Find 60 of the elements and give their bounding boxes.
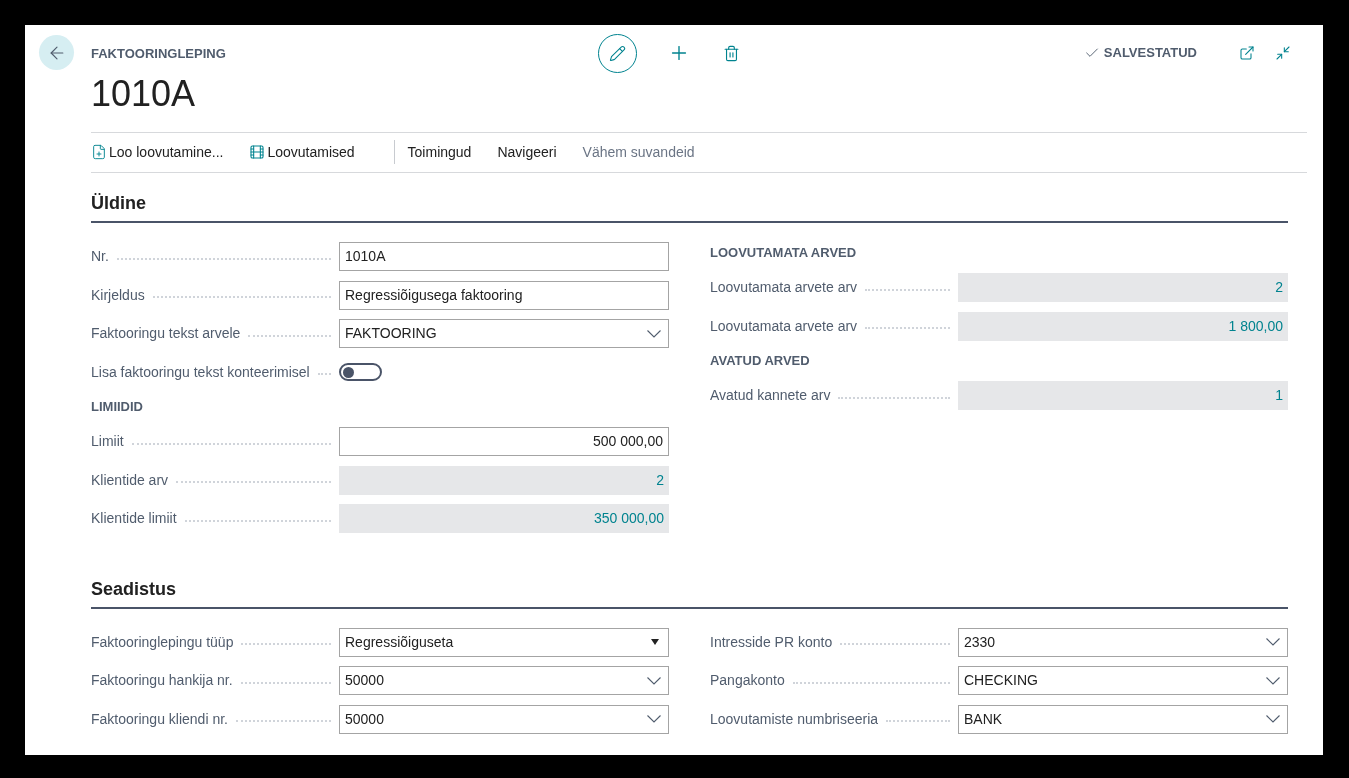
pencil-icon xyxy=(609,44,626,62)
saved-status: SALVESTATUD xyxy=(1103,44,1197,63)
field-label: Klientide limiit xyxy=(91,509,177,529)
readonly-field: 1 xyxy=(958,381,1288,411)
field-label: Limiit xyxy=(91,432,124,452)
readonly-field: 350 000,00 xyxy=(339,504,669,534)
field-label: Faktooringu tekst arvele xyxy=(91,324,241,344)
group-heading: LOOVUTAMATA ARVED xyxy=(710,244,857,263)
section-heading: Seadistus xyxy=(91,579,177,599)
dropdown-field[interactable]: BANK xyxy=(958,704,1288,734)
chevron-down-icon xyxy=(1266,676,1280,685)
back-button[interactable] xyxy=(39,35,74,70)
field-label: Faktooringu hankija nr. xyxy=(91,671,233,691)
chevron-down-icon xyxy=(1266,638,1280,647)
field-label: Faktooringlepingu tüüp xyxy=(91,632,234,652)
open-in-new-window-icon xyxy=(1239,45,1255,61)
page-caption: FAKTOORINGLEPING xyxy=(91,45,227,63)
toolbar-action[interactable]: Loo loovutamine... xyxy=(91,136,236,168)
group-heading: AVATUD ARVED xyxy=(710,352,810,371)
chevron-down-icon xyxy=(1266,715,1280,724)
section-heading: Üldine xyxy=(91,192,146,213)
film-strip-icon xyxy=(249,144,266,160)
input-field[interactable]: 500 000,00 xyxy=(339,427,669,457)
readonly-field: 1 800,00 xyxy=(958,311,1288,341)
field-label: Loovutamata arvete arv xyxy=(710,278,858,298)
field-label: Avatud kannete arv xyxy=(710,386,831,406)
toolbar-action[interactable]: Toimingud xyxy=(407,136,484,168)
field-label: Kirjeldus xyxy=(91,285,145,305)
collapse-arrows-icon xyxy=(1275,45,1291,61)
input-field[interactable]: 1010A xyxy=(339,242,669,272)
field-label: Lisa faktooringu tekst konteerimisel xyxy=(91,362,310,382)
field-label: Klientide arv xyxy=(91,470,169,490)
field-label: Loovutamata arvete arv xyxy=(710,316,858,336)
toolbar-action[interactable]: Loovutamised xyxy=(249,136,367,168)
field-label: Pangakonto xyxy=(710,671,785,691)
field-label: Intresside PR konto xyxy=(710,632,833,652)
field-label: Nr. xyxy=(91,247,109,267)
new-document-icon xyxy=(91,144,107,160)
readonly-field: 2 xyxy=(958,273,1288,303)
toolbar-action[interactable]: Navigeeri xyxy=(497,136,569,168)
trash-icon xyxy=(722,44,740,62)
field-label: Faktooringu kliendi nr. xyxy=(91,709,228,729)
open-in-new-window-button[interactable] xyxy=(1237,43,1257,63)
toggle-switch[interactable] xyxy=(339,363,382,382)
dropdown-field[interactable]: 2330 xyxy=(958,627,1288,657)
dropdown-field[interactable]: CHECKING xyxy=(958,666,1288,696)
readonly-field: 2 xyxy=(339,465,669,495)
input-field[interactable]: Regressiõigusega faktooring xyxy=(339,280,669,310)
dropdown-field[interactable]: FAKTOORING xyxy=(339,319,669,349)
chevron-down-icon xyxy=(647,715,661,724)
chevron-down-icon xyxy=(647,676,661,685)
group-heading: LIMIIDID xyxy=(91,398,143,417)
chevron-down-icon xyxy=(647,329,661,338)
toolbar-action[interactable]: Vähem suvandeid xyxy=(582,136,707,168)
dropdown-triangle-icon xyxy=(651,639,659,646)
field-label: Loovutamiste numbriseeria xyxy=(710,709,879,729)
dropdown-field[interactable]: Regressiõiguseta xyxy=(339,627,669,657)
dropdown-field[interactable]: 50000 xyxy=(339,704,669,734)
record-title: 1010A xyxy=(91,75,197,112)
dropdown-field[interactable]: 50000 xyxy=(339,666,669,696)
